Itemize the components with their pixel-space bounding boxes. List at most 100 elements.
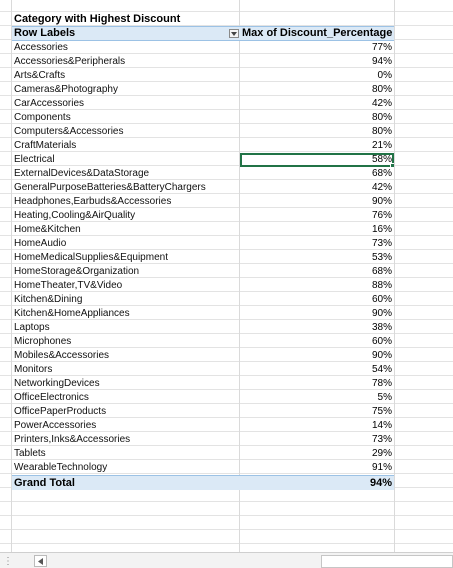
row-labels-header[interactable]: Row Labels (12, 27, 240, 40)
category-label-cell[interactable]: PowerAccessories (12, 419, 240, 433)
pivot-header-row: Row Labels Max of Discount_Percentage (12, 26, 394, 41)
discount-value-cell[interactable]: 14% (240, 419, 394, 433)
filter-dropdown-icon[interactable] (229, 29, 239, 38)
discount-value-cell[interactable]: 42% (240, 181, 394, 195)
discount-value-cell[interactable]: 73% (240, 433, 394, 447)
empty-cell[interactable] (240, 12, 394, 26)
category-label-cell[interactable]: HomeMedicalSupplies&Equipment (12, 251, 240, 265)
pivot-title-row: Category with Highest Discount (12, 12, 394, 26)
category-label-cell[interactable]: Components (12, 111, 240, 125)
discount-value-cell[interactable]: 54% (240, 363, 394, 377)
category-label-cell[interactable]: Computers&Accessories (12, 125, 240, 139)
category-label-cell[interactable]: NetworkingDevices (12, 377, 240, 391)
discount-value-cell[interactable]: 29% (240, 447, 394, 461)
table-row: Kitchen&Dining 60% (12, 293, 394, 307)
table-row: ExternalDevices&DataStorage 68% (12, 167, 394, 181)
discount-value-cell[interactable]: 42% (240, 97, 394, 111)
discount-value-cell[interactable]: 90% (240, 195, 394, 209)
discount-value-cell[interactable]: 58% (240, 153, 394, 167)
pivot-title[interactable]: Category with Highest Discount (12, 12, 240, 26)
column-divider (394, 0, 395, 552)
caret-left-icon[interactable] (34, 555, 47, 567)
category-label-cell[interactable]: WearableTechnology (12, 461, 240, 475)
sheet-bottom-bar: ⋮ (0, 552, 453, 568)
table-row: HomeAudio 73% (12, 237, 394, 251)
category-label-cell[interactable]: Arts&Crafts (12, 69, 240, 83)
category-label-cell[interactable]: OfficeElectronics (12, 391, 240, 405)
discount-value-cell[interactable]: 68% (240, 265, 394, 279)
discount-value-cell[interactable]: 78% (240, 377, 394, 391)
spreadsheet-grid[interactable]: Category with Highest Discount Row Label… (0, 0, 453, 552)
discount-value-cell[interactable]: 75% (240, 405, 394, 419)
discount-value-cell[interactable]: 60% (240, 335, 394, 349)
category-label-cell[interactable]: Microphones (12, 335, 240, 349)
discount-value-cell[interactable]: 90% (240, 307, 394, 321)
table-row: PowerAccessories 14% (12, 419, 394, 433)
vertical-dots-icon[interactable]: ⋮ (0, 554, 16, 568)
category-label-cell[interactable]: ExternalDevices&DataStorage (12, 167, 240, 181)
category-label-cell[interactable]: Accessories&Peripherals (12, 55, 240, 69)
table-row: Accessories 77% (12, 41, 394, 55)
horizontal-scrollbar[interactable] (321, 554, 453, 568)
discount-value-cell[interactable]: 38% (240, 321, 394, 335)
table-row: Cameras&Photography 80% (12, 83, 394, 97)
discount-value-cell[interactable]: 91% (240, 461, 394, 475)
discount-value-cell[interactable]: 16% (240, 223, 394, 237)
category-label-cell[interactable]: Home&Kitchen (12, 223, 240, 237)
grand-total-row: Grand Total 94% (12, 475, 394, 490)
category-label-cell[interactable]: HomeTheater,TV&Video (12, 279, 240, 293)
category-label-cell[interactable]: CarAccessories (12, 97, 240, 111)
discount-value-cell[interactable]: 5% (240, 391, 394, 405)
table-row: NetworkingDevices 78% (12, 377, 394, 391)
discount-value-cell[interactable]: 88% (240, 279, 394, 293)
category-label-cell[interactable]: Mobiles&Accessories (12, 349, 240, 363)
category-label-cell[interactable]: Heating,Cooling&AirQuality (12, 209, 240, 223)
category-label-cell[interactable]: Accessories (12, 41, 240, 55)
discount-value-cell[interactable]: 80% (240, 125, 394, 139)
table-row: GeneralPurposeBatteries&BatteryChargers 4… (12, 181, 394, 195)
discount-value-cell[interactable]: 77% (240, 41, 394, 55)
category-label-cell[interactable]: OfficePaperProducts (12, 405, 240, 419)
discount-value-cell[interactable]: 90% (240, 349, 394, 363)
category-label-cell[interactable]: Printers,Inks&Accessories (12, 433, 240, 447)
discount-value-cell[interactable]: 80% (240, 83, 394, 97)
discount-value-cell[interactable]: 94% (240, 55, 394, 69)
table-row: OfficeElectronics 5% (12, 391, 394, 405)
discount-value-cell[interactable]: 60% (240, 293, 394, 307)
category-label-cell[interactable]: Cameras&Photography (12, 83, 240, 97)
grand-total-label[interactable]: Grand Total (12, 476, 240, 490)
category-label-cell[interactable]: Headphones,Earbuds&Accessories (12, 195, 240, 209)
category-label-cell[interactable]: CraftMaterials (12, 139, 240, 153)
category-label-cell[interactable]: HomeStorage&Organization (12, 265, 240, 279)
discount-value-cell[interactable]: 53% (240, 251, 394, 265)
category-label-cell[interactable]: Kitchen&HomeAppliances (12, 307, 240, 321)
sheet-tab-strip[interactable] (47, 554, 321, 568)
category-label-cell[interactable]: Laptops (12, 321, 240, 335)
table-row: Components 80% (12, 111, 394, 125)
table-row: Printers,Inks&Accessories 73% (12, 433, 394, 447)
table-row: OfficePaperProducts 75% (12, 405, 394, 419)
table-row: WearableTechnology 91% (12, 461, 394, 475)
pivot-table: Category with Highest Discount Row Label… (12, 12, 394, 490)
category-label-cell[interactable]: Electrical (12, 153, 240, 167)
row-labels-header-text: Row Labels (14, 27, 76, 39)
table-row: HomeStorage&Organization 68% (12, 265, 394, 279)
category-label-cell[interactable]: HomeAudio (12, 237, 240, 251)
discount-value-cell[interactable]: 0% (240, 69, 394, 83)
discount-value-cell[interactable]: 73% (240, 237, 394, 251)
value-column-header[interactable]: Max of Discount_Percentage (240, 27, 394, 40)
discount-value-cell[interactable]: 68% (240, 167, 394, 181)
discount-value-cell[interactable]: 21% (240, 139, 394, 153)
table-row: Microphones 60% (12, 335, 394, 349)
category-label-cell[interactable]: Tablets (12, 447, 240, 461)
category-label-cell[interactable]: Monitors (12, 363, 240, 377)
pivot-rows: Accessories 77% Accessories&Peripherals 94%… (12, 41, 394, 475)
discount-value-cell[interactable]: 76% (240, 209, 394, 223)
discount-value-cell[interactable]: 80% (240, 111, 394, 125)
category-label-cell[interactable]: GeneralPurposeBatteries&BatteryChargers (12, 181, 240, 195)
category-label-cell[interactable]: Kitchen&Dining (12, 293, 240, 307)
grand-total-value[interactable]: 94% (240, 476, 394, 490)
table-row: Laptops 38% (12, 321, 394, 335)
table-row: HomeTheater,TV&Video 88% (12, 279, 394, 293)
table-row: Home&Kitchen 16% (12, 223, 394, 237)
